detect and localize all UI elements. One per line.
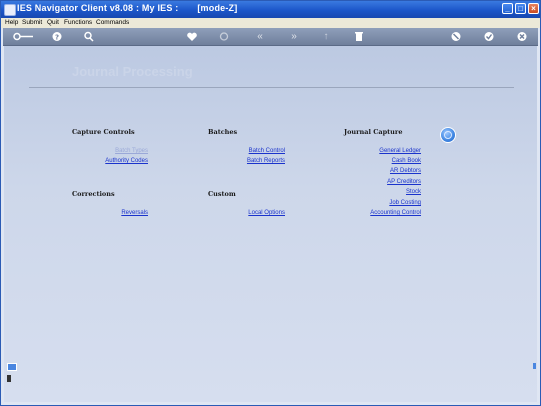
link-accounting-control[interactable]: Accounting Control [370, 210, 421, 216]
menu-bar: Help Submit Quit Functions Commands [1, 18, 540, 28]
app-icon [4, 4, 16, 16]
info-icon[interactable] [440, 127, 456, 143]
link-batch-reports[interactable]: Batch Reports [247, 158, 285, 164]
link-batch-control[interactable]: Batch Control [249, 148, 285, 154]
search-icon[interactable] [83, 31, 95, 42]
menu-help[interactable]: Help [5, 18, 18, 28]
info-icon-ring [444, 131, 452, 139]
menu-submit[interactable]: Submit [22, 18, 42, 28]
exit-icon[interactable] [516, 31, 528, 42]
heart-icon[interactable] [186, 31, 198, 42]
link-ar-debtors[interactable]: AR Debtors [390, 168, 421, 174]
link-authority-codes[interactable]: Authority Codes [105, 158, 148, 164]
toolbar: ? « » ↑ [3, 28, 538, 46]
help-icon[interactable]: ? [51, 31, 63, 42]
page-title: Journal Processing [72, 64, 193, 79]
link-stock[interactable]: Stock [406, 189, 421, 195]
minimize-button[interactable]: _ [502, 3, 513, 14]
link-job-costing[interactable]: Job Costing [389, 200, 421, 206]
window-title: IES Navigator Client v8.08 : My IES : [m… [17, 3, 238, 13]
section-heading-journal-capture: Journal Capture [344, 128, 403, 136]
menu-quit[interactable]: Quit [47, 18, 59, 28]
section-heading-capture-controls: Capture Controls [72, 128, 135, 136]
menu-functions[interactable]: Functions [64, 18, 92, 28]
title-divider [29, 87, 514, 88]
rewind-icon[interactable]: « [253, 31, 267, 42]
forward-icon[interactable]: » [287, 31, 301, 42]
link-cash-book[interactable]: Cash Book [392, 158, 421, 164]
svg-text:?: ? [55, 34, 59, 42]
ok-icon[interactable] [483, 31, 495, 42]
up-icon[interactable]: ↑ [321, 31, 331, 42]
close-button[interactable]: × [528, 3, 539, 14]
side-bar-icon[interactable] [7, 375, 11, 382]
content-area [4, 46, 537, 402]
link-general-ledger[interactable]: General Ledger [379, 148, 421, 154]
section-heading-custom: Custom [208, 190, 236, 198]
section-heading-corrections: Corrections [72, 190, 115, 198]
section-heading-batches: Batches [208, 128, 238, 136]
link-local-options[interactable]: Local Options [248, 210, 285, 216]
title-bar[interactable]: IES Navigator Client v8.08 : My IES : [m… [1, 1, 540, 18]
cancel-icon[interactable] [450, 31, 462, 42]
key-icon[interactable] [13, 31, 35, 42]
link-reversals[interactable]: Reversals [121, 210, 148, 216]
link-ap-creditors[interactable]: AP Creditors [387, 179, 421, 185]
delete-icon[interactable] [354, 31, 364, 42]
refresh-icon[interactable] [218, 31, 230, 42]
maximize-button[interactable]: □ [515, 3, 526, 14]
menu-commands[interactable]: Commands [96, 18, 129, 28]
right-edge-marker [533, 363, 536, 369]
link-batch-types[interactable]: Batch Types [115, 148, 148, 154]
app-window: IES Navigator Client v8.08 : My IES : [m… [0, 0, 541, 406]
side-panel-icon[interactable] [7, 363, 17, 371]
